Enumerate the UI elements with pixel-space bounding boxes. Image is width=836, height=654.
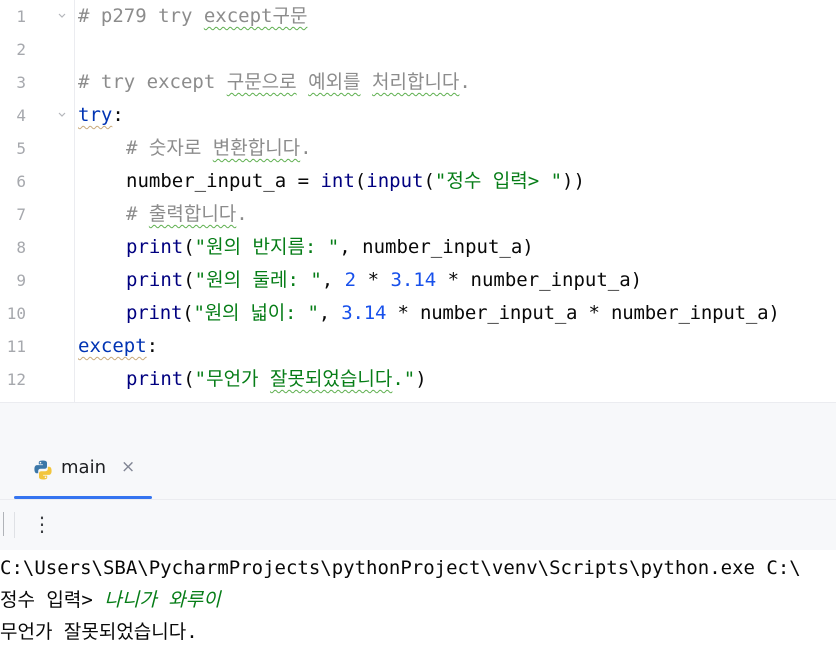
line-number: 2 (16, 40, 26, 59)
code-line[interactable]: 4 try: (0, 99, 836, 132)
console-command-line: C:\Users\SBA\PycharmProjects\pythonProje… (0, 557, 801, 579)
code-text: print("원의 넓이: ", 3.14 * number_input_a *… (126, 302, 780, 324)
code-text: print("무언가 잘못되었습니다.") (126, 368, 427, 390)
toolbar-edge-icon[interactable] (0, 512, 4, 536)
code-text: # 숫자로 변환합니다. (126, 137, 312, 159)
code-text: number_input_a = int(input("정수 입력> ")) (126, 170, 585, 192)
code-line[interactable]: 9 print("원의 둘레: ", 2 * 3.14 * number_inp… (0, 264, 836, 297)
code-editor[interactable]: 1 # p279 try except구문 2 3 # try except 구… (0, 0, 836, 402)
run-tool-window: main × ⋮ C:\Users\SBA\PycharmProjects\py… (0, 439, 836, 654)
close-icon[interactable]: × (121, 457, 135, 477)
tab-label: main (61, 457, 106, 478)
code-line[interactable]: 10 print("원의 넓이: ", 3.14 * number_input_… (0, 297, 836, 330)
console-user-input: 나니가 와루이 (104, 589, 221, 611)
code-line[interactable]: 12 print("무언가 잘못되었습니다.") (0, 363, 836, 396)
code-text: except: (78, 335, 159, 357)
line-number: 5 (16, 139, 26, 158)
code-line[interactable]: 3 # try except 구문으로 예외를 처리합니다. (0, 66, 836, 99)
console-input-line: 정수 입력> 나니가 와루이 (0, 584, 221, 616)
active-tab-indicator (14, 496, 152, 499)
python-icon (32, 459, 54, 481)
run-toolbar: ⋮ (0, 500, 836, 550)
line-number: 10 (6, 304, 26, 323)
code-line[interactable]: 6 number_input_a = int(input("정수 입력> ")) (0, 165, 836, 198)
code-text: # 출력합니다. (126, 203, 248, 225)
code-line[interactable]: 11 except: (0, 330, 836, 363)
line-number: 7 (16, 205, 26, 224)
code-line[interactable]: 1 # p279 try except구문 (0, 0, 836, 33)
code-line[interactable]: 8 print("원의 반지름: ", number_input_a) (0, 231, 836, 264)
console-prompt: 정수 입력> (0, 589, 105, 611)
code-text: # try except 구문으로 예외를 처리합니다. (78, 71, 471, 93)
line-number: 4 (16, 106, 26, 125)
console-output[interactable]: C:\Users\SBA\PycharmProjects\pythonProje… (0, 550, 836, 654)
fold-collapse-icon[interactable] (58, 12, 66, 20)
code-line[interactable]: 5 # 숫자로 변환합니다. (0, 132, 836, 165)
toolbar-divider (14, 512, 15, 538)
run-tab-bar: main × (0, 439, 836, 500)
line-number: 3 (16, 73, 26, 92)
more-options-icon[interactable]: ⋮ (32, 512, 52, 536)
panel-splitter[interactable] (0, 403, 836, 439)
line-number: 11 (6, 337, 26, 356)
line-number: 6 (16, 172, 26, 191)
console-result-line: 무언가 잘못되었습니다. (0, 621, 198, 643)
tab-main[interactable]: main × (14, 439, 152, 499)
line-number: 1 (16, 7, 26, 26)
code-line[interactable]: 7 # 출력합니다. (0, 198, 836, 231)
line-number: 12 (6, 370, 26, 389)
code-text: try: (78, 104, 124, 126)
code-text: print("원의 반지름: ", number_input_a) (126, 236, 534, 258)
line-number: 8 (16, 238, 26, 257)
fold-collapse-icon[interactable] (58, 111, 66, 119)
code-text: print("원의 둘레: ", 2 * 3.14 * number_input… (126, 269, 643, 291)
line-number: 9 (16, 271, 26, 290)
code-line[interactable]: 2 (0, 33, 836, 66)
code-text: # p279 try except구문 (78, 5, 308, 27)
